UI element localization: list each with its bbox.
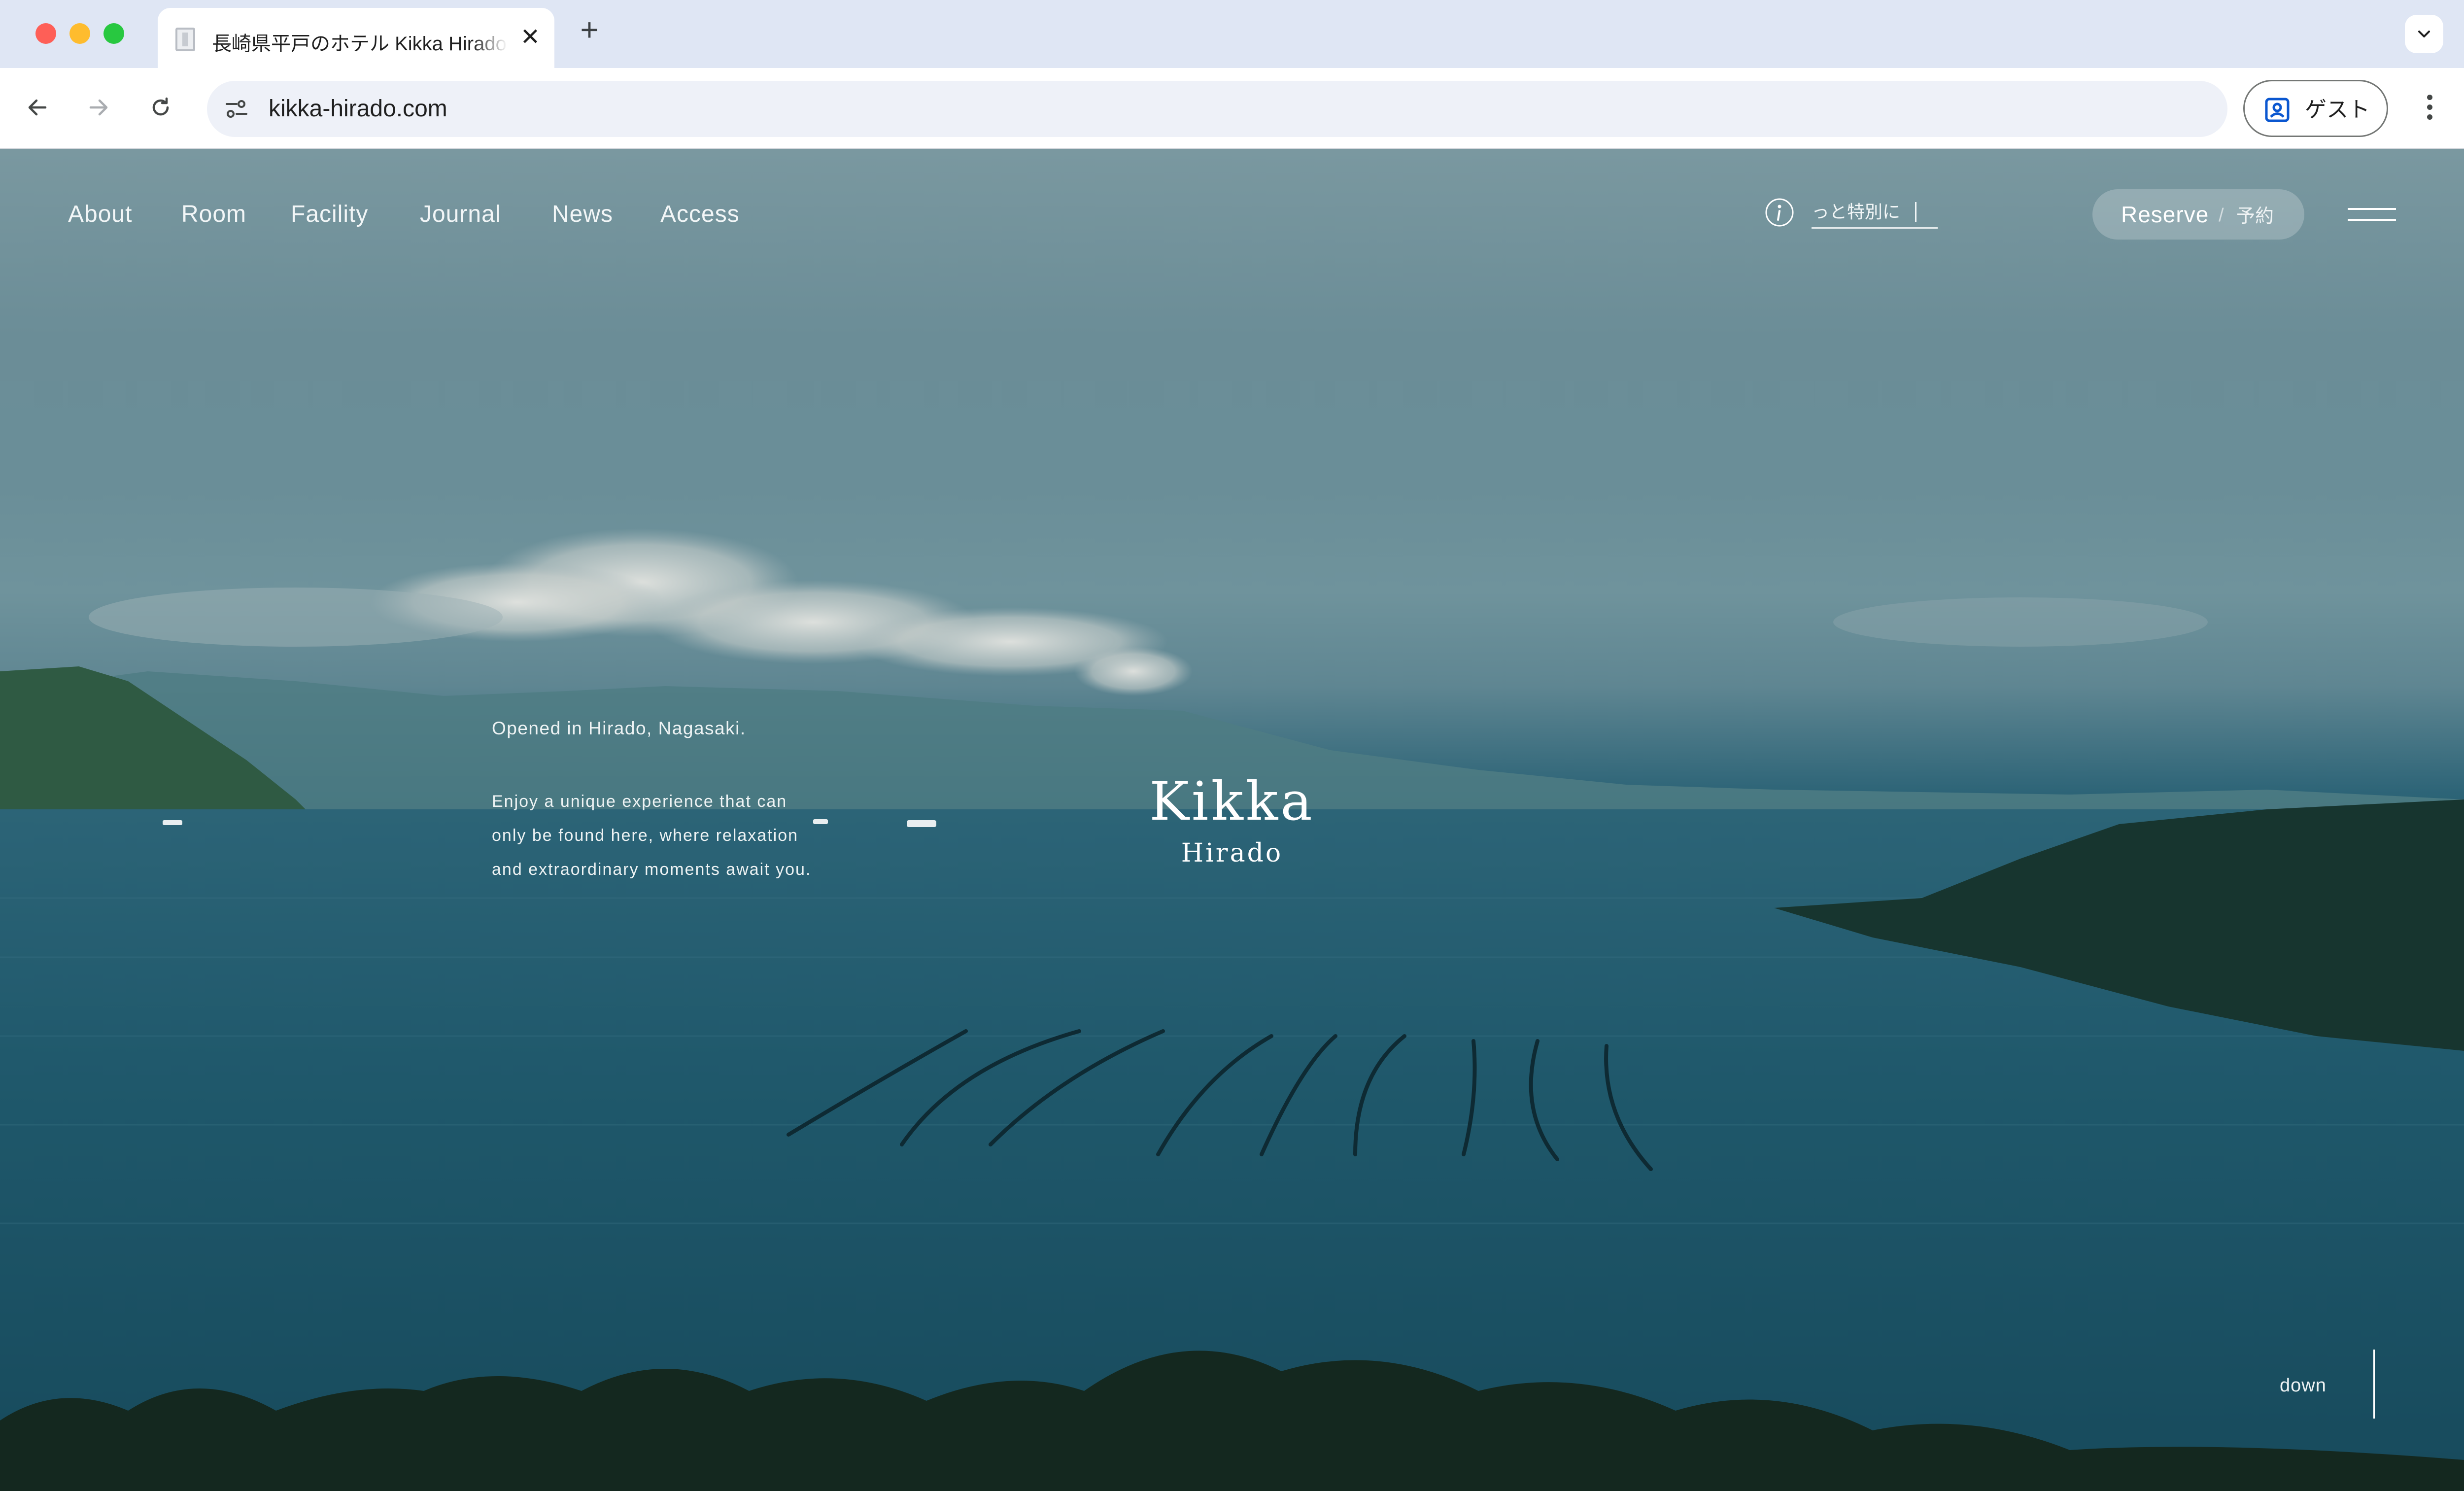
address-bar[interactable]: kikka-hirado.com bbox=[207, 81, 2227, 137]
clouds bbox=[89, 528, 2208, 696]
back-button[interactable] bbox=[18, 88, 57, 127]
nav-room[interactable]: Room bbox=[181, 198, 246, 231]
browser-toolbar: kikka-hirado.com ゲスト bbox=[0, 68, 2464, 149]
tab-title: 長崎県平戸のホテル Kikka Hirado bbox=[212, 33, 507, 53]
news-ticker[interactable]: っと特別に bbox=[1812, 197, 1938, 229]
nav-journal[interactable]: Journal bbox=[420, 198, 501, 231]
back-arrow-icon bbox=[28, 99, 47, 116]
hero-section: About Room Facility Journal News Access … bbox=[0, 149, 2464, 1491]
reserve-label: Reserve bbox=[2121, 202, 2209, 227]
nav-facility[interactable]: Facility bbox=[291, 198, 368, 231]
page-favicon-icon bbox=[175, 28, 195, 51]
scroll-indicator-line bbox=[2373, 1350, 2375, 1419]
profile-label: ゲスト bbox=[2305, 98, 2370, 122]
logo-place: Hirado bbox=[1181, 838, 1283, 868]
reserve-label-jp: 予約 bbox=[2236, 206, 2274, 227]
nav-about[interactable]: About bbox=[68, 198, 132, 231]
tab-close-icon[interactable]: ✕ bbox=[518, 26, 542, 49]
reload-button[interactable] bbox=[141, 88, 180, 127]
url-text[interactable]: kikka-hirado.com bbox=[269, 96, 447, 122]
browser-chrome: 長崎県平戸のホテル Kikka Hirado ✕ + kikka-hirado.… bbox=[0, 0, 2464, 149]
minimize-window-button[interactable] bbox=[69, 23, 90, 44]
forward-arrow-icon bbox=[89, 99, 108, 116]
forward-button[interactable] bbox=[79, 88, 118, 127]
kebab-menu-icon[interactable] bbox=[2415, 88, 2444, 127]
logo-wordmark: Kikka bbox=[1149, 771, 1315, 832]
site-info-icon[interactable] bbox=[222, 94, 251, 124]
info-icon[interactable] bbox=[1764, 197, 1795, 228]
close-window-button[interactable] bbox=[35, 23, 56, 44]
reserve-separator: / bbox=[2219, 205, 2224, 226]
ticker-text: っと特別に bbox=[1812, 202, 1901, 222]
tab-search-button[interactable] bbox=[2405, 15, 2443, 53]
reload-icon bbox=[152, 97, 169, 116]
reserve-button[interactable]: Reserve / 予約 bbox=[2092, 189, 2304, 240]
profile-icon bbox=[2265, 98, 2290, 122]
hero-tagline: Opened in Hirado, Nagasaki. bbox=[492, 718, 746, 738]
hero-description-line: Enjoy a unique experience that can bbox=[492, 792, 787, 811]
tab-strip: 長崎県平戸のホテル Kikka Hirado ✕ + bbox=[0, 0, 2464, 68]
hero-description-line: only be found here, where relaxation bbox=[492, 826, 799, 845]
chevron-down-icon bbox=[2418, 31, 2430, 37]
hero-description: Enjoy a unique experience that can only … bbox=[492, 785, 811, 887]
nav-news[interactable]: News bbox=[552, 198, 613, 231]
new-tab-button[interactable]: + bbox=[576, 14, 603, 45]
profile-button[interactable]: ゲスト bbox=[2243, 80, 2388, 137]
nav-access[interactable]: Access bbox=[660, 198, 740, 231]
ticker-cursor bbox=[1915, 202, 1916, 222]
active-tab[interactable]: 長崎県平戸のホテル Kikka Hirado ✕ bbox=[158, 8, 554, 68]
hero-description-line: and extraordinary moments await you. bbox=[492, 860, 812, 879]
hamburger-menu-icon[interactable] bbox=[2348, 205, 2396, 225]
maximize-window-button[interactable] bbox=[103, 23, 124, 44]
scroll-down-label[interactable]: down bbox=[2280, 1373, 2327, 1398]
